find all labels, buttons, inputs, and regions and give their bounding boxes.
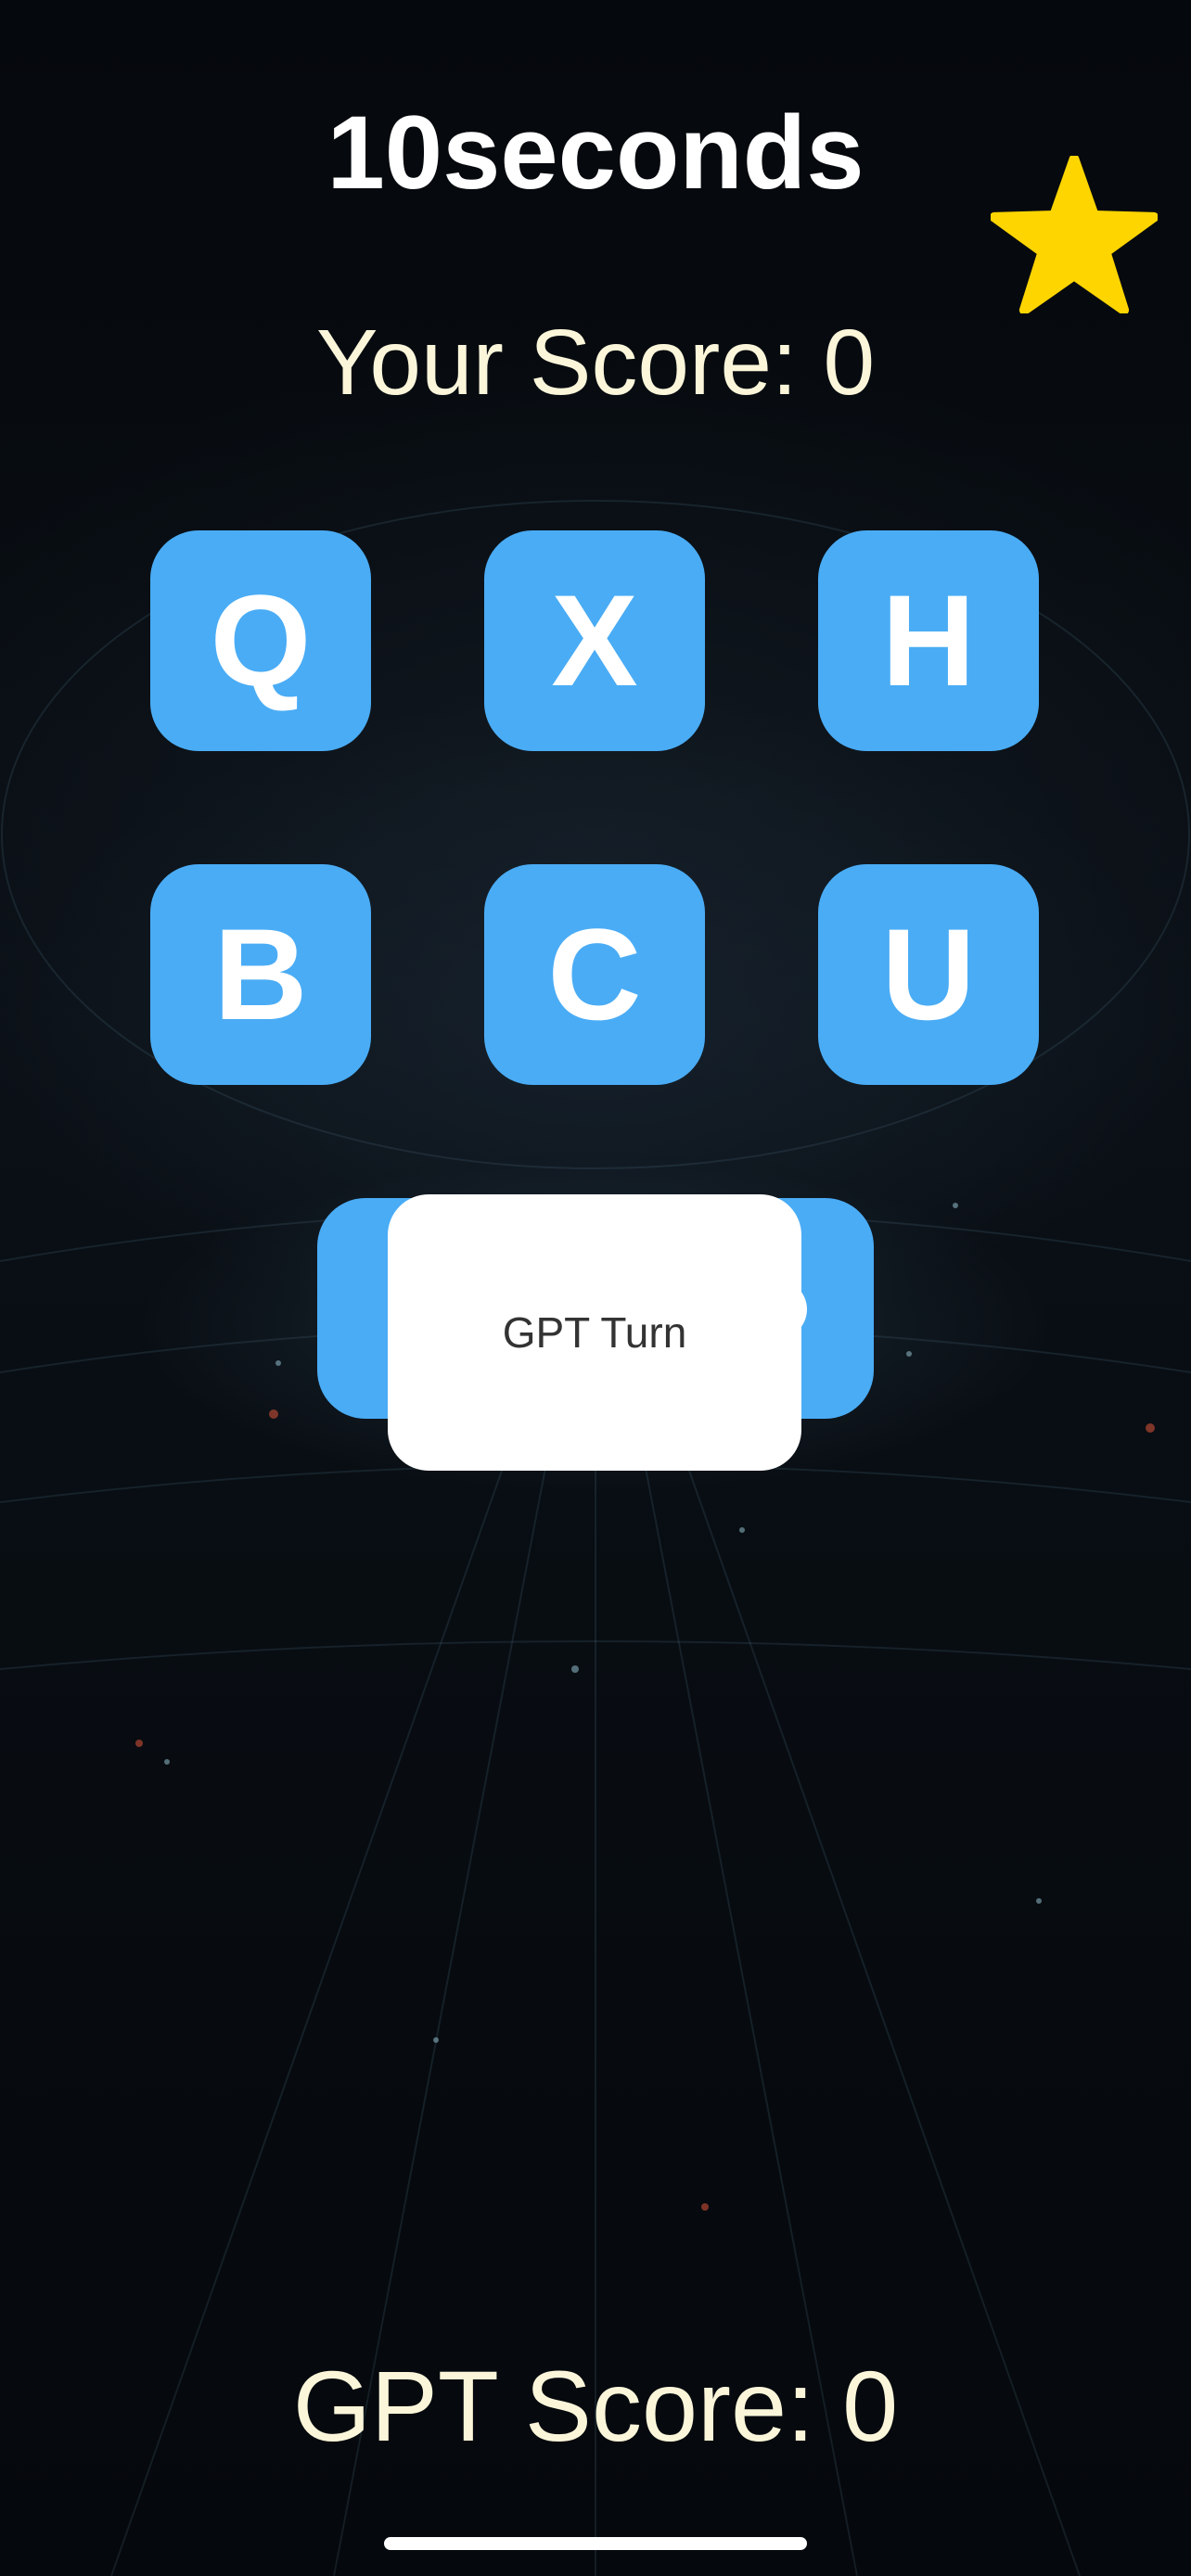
player-score: Your Score: 0 (315, 311, 876, 414)
letter-tile-label: X (551, 567, 638, 713)
home-indicator[interactable] (384, 2537, 807, 2550)
turn-toast: GPT Turn (388, 1194, 801, 1471)
letter-tile-label: H (881, 567, 976, 713)
letter-tile[interactable]: C (484, 864, 705, 1085)
gpt-score: GPT Score: 0 (292, 2350, 899, 2462)
letter-tile-label: Q (210, 567, 312, 713)
letter-tile-label: B (213, 901, 308, 1047)
turn-toast-message: GPT Turn (502, 1308, 687, 1357)
letter-tile-label: U (881, 901, 976, 1047)
letter-tile-label: C (547, 901, 642, 1047)
letter-tile[interactable]: X (484, 530, 705, 751)
letter-tile[interactable]: U (818, 864, 1039, 1085)
letter-tile[interactable]: B (150, 864, 371, 1085)
letter-tile[interactable]: H (818, 530, 1039, 751)
star-icon[interactable] (991, 156, 1158, 313)
letter-tile[interactable]: Q (150, 530, 371, 751)
